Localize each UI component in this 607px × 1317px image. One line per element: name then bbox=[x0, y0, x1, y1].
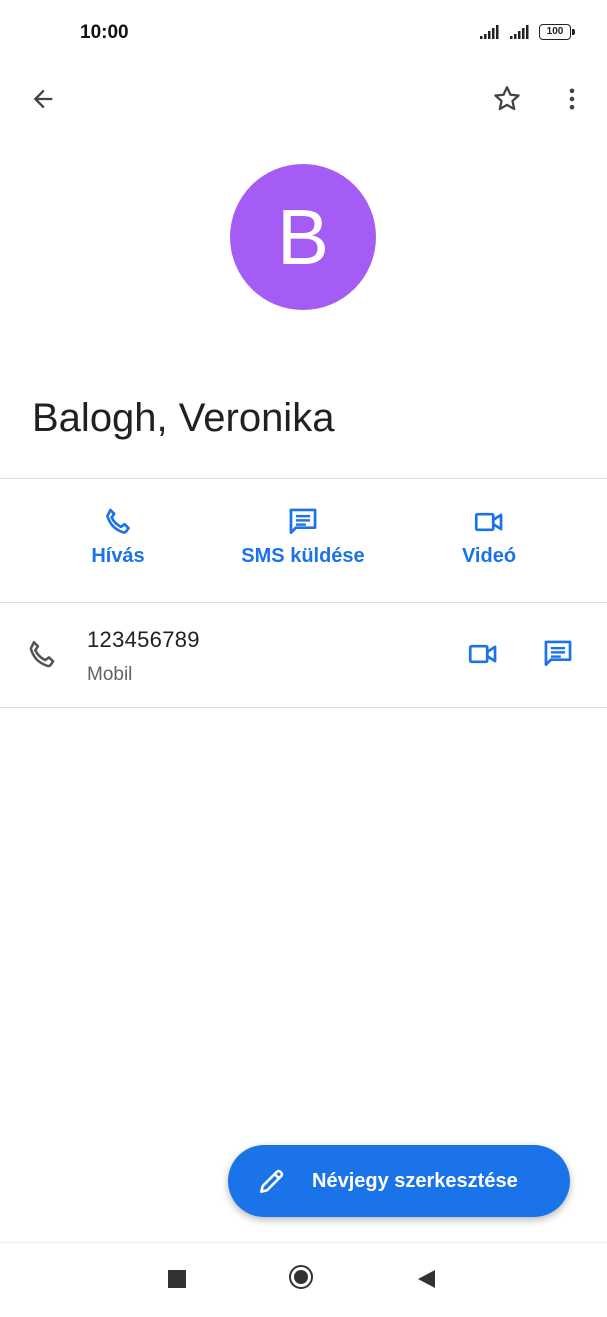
recents-button[interactable] bbox=[168, 1270, 186, 1288]
phone-icon bbox=[106, 508, 130, 534]
more-options-button[interactable] bbox=[548, 75, 596, 123]
status-time: 10:00 bbox=[80, 22, 129, 43]
signal-icon bbox=[510, 25, 529, 39]
sms-action-label: SMS küldése bbox=[241, 545, 365, 567]
edit-contact-label: Névjegy szerkesztése bbox=[312, 1169, 518, 1192]
phone-icon bbox=[29, 640, 55, 668]
call-action-button[interactable]: Hívás bbox=[38, 505, 198, 568]
divider bbox=[0, 707, 607, 708]
arrow-back-icon bbox=[33, 89, 53, 109]
pencil-icon bbox=[260, 1169, 284, 1193]
avatar: B bbox=[230, 164, 376, 310]
battery-icon: 100 bbox=[539, 24, 575, 40]
video-call-button[interactable] bbox=[459, 630, 507, 678]
contact-name: Balogh, Veronika bbox=[32, 396, 335, 440]
send-message-button[interactable] bbox=[534, 630, 582, 678]
message-icon bbox=[544, 640, 572, 666]
sms-action-button[interactable]: SMS küldése bbox=[223, 505, 383, 568]
video-action-button[interactable]: Videó bbox=[409, 505, 569, 568]
call-action-label: Hívás bbox=[91, 545, 145, 567]
back-nav-button[interactable] bbox=[416, 1268, 438, 1290]
phone-type: Mobil bbox=[87, 664, 133, 685]
video-icon bbox=[468, 644, 497, 664]
phone-number: 123456789 bbox=[87, 627, 200, 652]
status-icons: 100 bbox=[479, 24, 575, 40]
signal-icon bbox=[480, 25, 499, 39]
phone-row[interactable] bbox=[0, 603, 607, 707]
more-vert-icon bbox=[569, 88, 575, 110]
back-button[interactable] bbox=[19, 75, 67, 123]
favorite-button[interactable] bbox=[483, 75, 531, 123]
video-action-label: Videó bbox=[461, 545, 517, 567]
divider bbox=[0, 478, 607, 479]
home-button[interactable] bbox=[289, 1265, 313, 1289]
edit-contact-fab[interactable]: Névjegy szerkesztése bbox=[228, 1145, 570, 1217]
star-outline-icon bbox=[494, 86, 520, 111]
message-icon bbox=[289, 508, 317, 534]
video-icon bbox=[474, 512, 503, 532]
